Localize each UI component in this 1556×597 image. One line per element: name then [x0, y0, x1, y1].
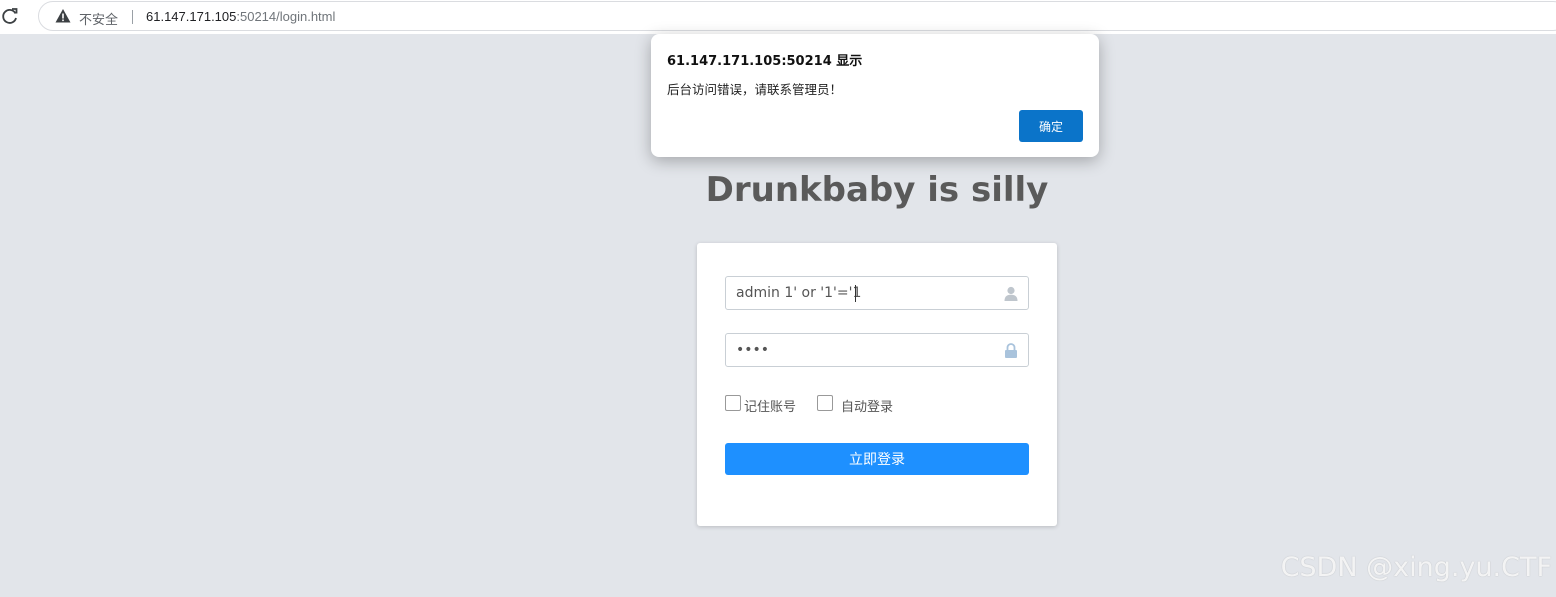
password-field-wrapper — [725, 333, 1029, 367]
alert-dialog: 61.147.171.105:50214 显示 后台访问错误，请联系管理员！ 确… — [651, 34, 1099, 157]
alert-message: 后台访问错误，请联系管理员！ — [667, 82, 843, 97]
auto-login-label[interactable]: 自动登录 — [841, 396, 893, 415]
reload-icon[interactable] — [0, 6, 20, 26]
alert-title: 61.147.171.105:50214 显示 — [667, 54, 863, 69]
address-bar[interactable]: 不安全 61.147.171.105:50214/login.html — [38, 1, 1556, 31]
url-text[interactable]: 61.147.171.105:50214/login.html — [146, 9, 335, 24]
remember-account-label[interactable]: 记住账号 — [744, 396, 796, 415]
password-input[interactable] — [726, 334, 1006, 366]
url-path: :50214/login.html — [236, 9, 336, 24]
watermark: CSDN @xing.yu.CTF — [1280, 552, 1552, 583]
text-cursor — [855, 285, 856, 302]
browser-toolbar: 不安全 61.147.171.105:50214/login.html — [0, 0, 1556, 34]
login-button[interactable]: 立即登录 — [725, 443, 1029, 475]
warning-icon[interactable] — [55, 8, 71, 24]
user-icon — [1004, 286, 1018, 301]
login-card: 记住账号 自动登录 立即登录 — [697, 243, 1057, 526]
remember-account-checkbox[interactable] — [725, 395, 741, 411]
page-title: Drunkbaby is silly — [705, 170, 1049, 210]
security-status-label[interactable]: 不安全 — [79, 9, 118, 28]
lock-icon — [1005, 343, 1017, 358]
auto-login-checkbox[interactable] — [817, 395, 833, 411]
url-host: 61.147.171.105 — [146, 9, 237, 24]
alert-ok-button[interactable]: 确定 — [1019, 110, 1083, 142]
username-input[interactable] — [726, 277, 1006, 309]
address-separator — [132, 10, 133, 24]
username-field-wrapper — [725, 276, 1029, 310]
